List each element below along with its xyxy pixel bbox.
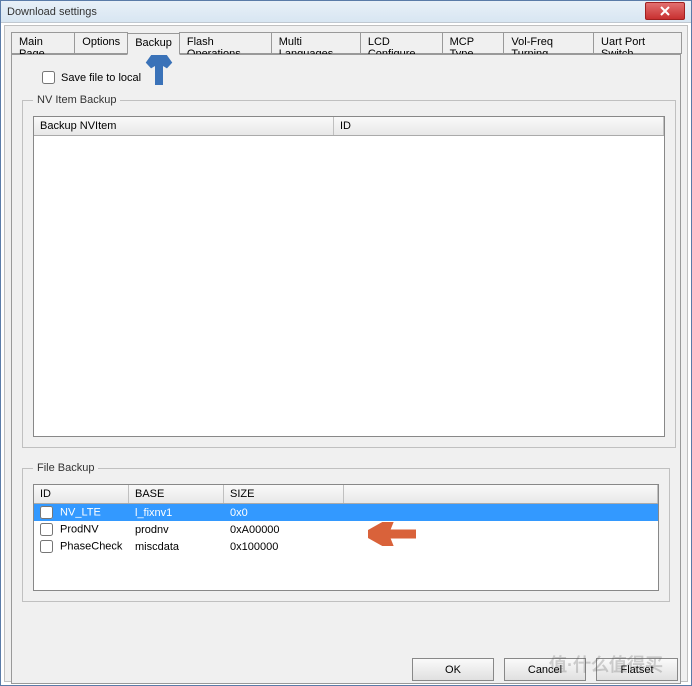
cell-id: ProdNV	[34, 521, 129, 538]
cell-size: 0x100000	[224, 539, 344, 555]
file-backup-legend: File Backup	[33, 462, 98, 474]
col-header-name[interactable]: Backup NVItem	[34, 117, 334, 135]
cell-id: PhaseCheck	[34, 538, 129, 555]
flatset-button[interactable]: Flatset	[596, 658, 678, 681]
dialog-window: Download settings Main PageOptionsBackup…	[0, 0, 692, 686]
cell-id: NV_LTE	[34, 504, 129, 521]
tab-strip: Main PageOptionsBackupFlash OperationsMu…	[11, 32, 681, 54]
col-header-base[interactable]: BASE	[129, 485, 224, 503]
table-row[interactable]: PhaseCheckmiscdata0x100000	[34, 538, 658, 555]
save-file-label: Save file to local	[61, 72, 141, 84]
cell-empty	[344, 545, 658, 549]
file-backup-group: File Backup ID BASE SIZE NV_LTEl_fixnv10…	[22, 462, 670, 602]
tab-options[interactable]: Options	[74, 32, 128, 54]
dialog-buttons: OK Cancel Flatset	[412, 658, 678, 681]
row-checkbox[interactable]	[40, 540, 53, 553]
cell-base: l_fixnv1	[129, 505, 224, 521]
tab-lcd-configure[interactable]: LCD Configure	[360, 32, 443, 54]
tab-main-page[interactable]: Main Page	[11, 32, 75, 54]
row-checkbox[interactable]	[40, 523, 53, 536]
tab-multi-languages[interactable]: Multi Languages	[271, 32, 361, 54]
cell-size: 0x0	[224, 505, 344, 521]
cancel-button[interactable]: Cancel	[504, 658, 586, 681]
save-file-row: Save file to local	[42, 71, 670, 84]
file-table-body[interactable]: NV_LTEl_fixnv10x0 ProdNVprodnv0xA00000 P…	[34, 504, 658, 590]
nv-table-header: Backup NVItem ID	[34, 117, 664, 136]
tab-uart-port-switch[interactable]: Uart Port Switch	[593, 32, 682, 54]
content-area: Main PageOptionsBackupFlash OperationsMu…	[4, 25, 688, 682]
cell-empty	[344, 511, 658, 515]
cell-base: prodnv	[129, 522, 224, 538]
cell-empty	[344, 528, 658, 532]
tab-mcp-type[interactable]: MCP Type	[442, 32, 505, 54]
nv-item-backup-group: NV Item Backup Backup NVItem ID	[22, 94, 676, 448]
save-file-checkbox[interactable]	[42, 71, 55, 84]
nv-item-legend: NV Item Backup	[33, 94, 120, 106]
col-header-id[interactable]: ID	[34, 485, 129, 503]
col-header-id[interactable]: ID	[334, 117, 664, 135]
tab-backup[interactable]: Backup	[127, 33, 180, 55]
tab-panel-backup: Save file to local NV Item Backup Backup…	[11, 54, 681, 684]
cell-size: 0xA00000	[224, 522, 344, 538]
close-icon	[660, 6, 670, 16]
tab-flash-operations[interactable]: Flash Operations	[179, 32, 272, 54]
nv-table-body[interactable]	[34, 136, 664, 436]
file-table-header: ID BASE SIZE	[34, 485, 658, 504]
titlebar[interactable]: Download settings	[1, 1, 691, 23]
table-row[interactable]: NV_LTEl_fixnv10x0	[34, 504, 658, 521]
table-row[interactable]: ProdNVprodnv0xA00000	[34, 521, 658, 538]
tab-vol-freq-turning[interactable]: Vol-Freq Turning	[503, 32, 594, 54]
close-button[interactable]	[645, 2, 685, 20]
row-checkbox[interactable]	[40, 506, 53, 519]
cell-base: miscdata	[129, 539, 224, 555]
col-header-empty[interactable]	[344, 485, 658, 503]
nv-item-table[interactable]: Backup NVItem ID	[33, 116, 665, 437]
file-backup-table[interactable]: ID BASE SIZE NV_LTEl_fixnv10x0 ProdNVpro…	[33, 484, 659, 591]
ok-button[interactable]: OK	[412, 658, 494, 681]
window-title: Download settings	[7, 6, 685, 18]
col-header-size[interactable]: SIZE	[224, 485, 344, 503]
